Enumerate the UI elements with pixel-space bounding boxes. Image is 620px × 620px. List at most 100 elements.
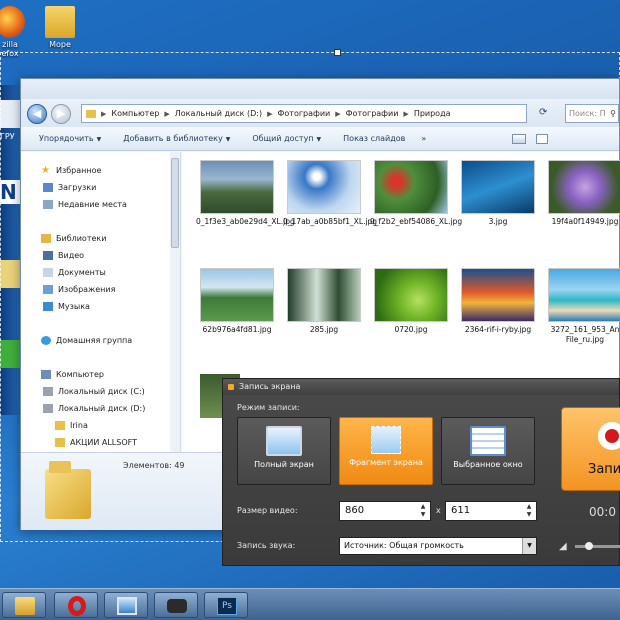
nav-folder-allsoft[interactable]: АКЦИИ ALLSOFT: [55, 438, 137, 447]
capture-handle-top[interactable]: [334, 49, 341, 56]
nav-homegroup[interactable]: Домашняя группа: [41, 336, 132, 345]
window-titlebar[interactable]: [21, 79, 619, 99]
nav-label: Изображения: [58, 285, 116, 294]
mode-window-label: Выбранное окно: [453, 460, 523, 469]
file-item[interactable]: 62b976a4fd81.jpg: [196, 268, 278, 335]
file-thumbnail: [374, 268, 448, 322]
desktop-icon-more[interactable]: Море: [30, 6, 90, 49]
record-timer: 00:0: [589, 505, 616, 519]
nav-libraries[interactable]: Библиотеки: [41, 234, 106, 243]
crumb-photos-2[interactable]: Фотографии: [346, 109, 399, 118]
preview-pane-icon[interactable]: [536, 133, 549, 144]
file-name: 3272_161_953_An File_ru.jpg: [550, 325, 620, 344]
file-name: 0_17ab_a0b85bf1_XL.jpg: [283, 217, 378, 226]
stepper-arrows-icon[interactable]: ▲ ▼: [418, 503, 428, 519]
nav-disk-c[interactable]: Локальный диск (C:): [43, 387, 145, 396]
file-list-scrollbar[interactable]: [170, 152, 180, 452]
address-row: ◀ ▶ ▶ Компьютер ▶ Локальный диск (D:) ▶ …: [21, 99, 619, 127]
folder-large-icon: [45, 461, 91, 519]
forward-button[interactable]: ▶: [51, 104, 71, 124]
more-commands-button[interactable]: »: [421, 134, 426, 143]
view-options-icon[interactable]: [512, 133, 527, 144]
video-height-stepper[interactable]: 611 ▲ ▼: [445, 501, 537, 521]
mode-full-label: Полный экран: [254, 460, 314, 469]
command-bar: Упорядочить ▼ Добавить в библиотеку ▼ Общи…: [21, 127, 619, 151]
crumb-disk-d[interactable]: Локальный диск (D:): [175, 109, 262, 118]
nav-label: Видео: [58, 251, 85, 260]
folder-icon: [55, 438, 65, 447]
share-button[interactable]: Общий доступ ▼: [252, 134, 321, 143]
share-label: Общий доступ: [252, 134, 314, 143]
file-thumbnail: [548, 160, 620, 214]
nav-label: Irina: [70, 421, 88, 430]
file-item[interactable]: 0_1f3e3_ab0e29d4_XL.jpg: [196, 160, 295, 227]
crumb-photos[interactable]: Фотографии: [278, 109, 331, 118]
stepper-arrows-icon[interactable]: ▲ ▼: [524, 503, 534, 519]
recent-places-icon: [43, 200, 53, 209]
nav-label: Загрузки: [58, 183, 97, 192]
video-width-stepper[interactable]: 860 ▲ ▼: [339, 501, 431, 521]
file-item[interactable]: 19f4a0f14949.jpg: [544, 160, 620, 227]
desktop-icon-label: zilla efox: [1, 40, 19, 58]
recorder-titlebar[interactable]: Запись экрана: [223, 379, 619, 395]
nav-music[interactable]: Музыка: [43, 302, 90, 311]
audio-source-value: Источник: Общая громкость: [344, 541, 464, 550]
file-item[interactable]: 0_f2b2_ebf54086_XL.jpg: [370, 160, 462, 227]
volume-slider-knob[interactable]: [585, 542, 593, 550]
add-library-button[interactable]: Добавить в библиотеку ▼: [123, 134, 230, 143]
address-bar[interactable]: ▶ Компьютер ▶ Локальный диск (D:) ▶ Фото…: [81, 104, 527, 123]
organize-button[interactable]: Упорядочить ▼: [39, 134, 101, 143]
file-item[interactable]: 3272_161_953_An File_ru.jpg: [544, 268, 620, 345]
nav-folder-irina[interactable]: Irina: [55, 421, 88, 430]
strip-text-2: N: [0, 180, 20, 204]
file-thumbnail: [287, 268, 361, 322]
nav-recent[interactable]: Недавние места: [43, 200, 127, 209]
record-icon: [598, 422, 620, 450]
fragment-mode-button[interactable]: Фрагмент экрана: [339, 417, 433, 485]
volume-slider[interactable]: [575, 542, 620, 550]
strip-tile-3: [0, 340, 20, 368]
search-placeholder: Поиск: П: [569, 109, 606, 118]
back-button[interactable]: ◀: [27, 104, 47, 124]
full-screen-mode-button[interactable]: Полный экран: [237, 417, 331, 485]
taskbar-explorer-button[interactable]: [2, 592, 46, 618]
crumb-computer[interactable]: Компьютер: [111, 109, 159, 118]
file-name: 285.jpg: [309, 325, 339, 334]
file-item[interactable]: 3.jpg: [457, 160, 539, 227]
window-mode-button[interactable]: Выбранное окно: [441, 417, 535, 485]
strip-text-1: ГРУ: [0, 132, 15, 141]
file-thumbnail: [461, 160, 535, 214]
video-width-value: 860: [345, 505, 365, 516]
audio-source-select[interactable]: Источник: Общая громкость ▼: [339, 537, 537, 555]
file-item[interactable]: 0_17ab_a0b85bf1_XL.jpg: [283, 160, 377, 227]
nav-computer[interactable]: Компьютер: [41, 370, 104, 379]
nav-documents[interactable]: Документы: [43, 268, 106, 277]
nav-disk-d[interactable]: Локальный диск (D:): [43, 404, 145, 413]
slideshow-button[interactable]: Показ слайдов: [343, 134, 405, 143]
taskbar-opera-button[interactable]: [54, 592, 98, 618]
nav-label: Документы: [58, 268, 106, 277]
file-item[interactable]: 2364-rif-i-ryby.jpg: [457, 268, 539, 335]
search-icon: ⚲: [610, 109, 616, 118]
taskbar-photoshop-button[interactable]: Ps: [204, 592, 248, 618]
search-input[interactable]: Поиск: П ⚲: [565, 104, 619, 123]
refresh-icon[interactable]: ⟳: [539, 107, 547, 118]
add-library-label: Добавить в библиотеку: [123, 134, 223, 143]
nav-downloads[interactable]: Загрузки: [43, 183, 96, 192]
file-name: 62b976a4fd81.jpg: [202, 325, 272, 334]
file-item[interactable]: 0720.jpg: [370, 268, 452, 335]
file-item[interactable]: 285.jpg: [283, 268, 365, 335]
crumb-nature[interactable]: Природа: [414, 109, 451, 118]
record-button[interactable]: Запи: [561, 407, 620, 491]
folder-icon: [45, 6, 75, 38]
nav-video[interactable]: Видео: [43, 251, 84, 260]
file-name: 0720.jpg: [394, 325, 428, 334]
taskbar-camera-button[interactable]: [154, 592, 198, 618]
taskbar-monitor-button[interactable]: [104, 592, 148, 618]
nav-favorites[interactable]: ★ Избранное: [41, 166, 101, 176]
nav-images[interactable]: Изображения: [43, 285, 115, 294]
taskbar: Ps: [0, 588, 620, 620]
record-label: Запи: [588, 462, 620, 477]
scrollbar-thumb[interactable]: [171, 158, 179, 248]
crumb-separator: ▶: [403, 109, 409, 118]
